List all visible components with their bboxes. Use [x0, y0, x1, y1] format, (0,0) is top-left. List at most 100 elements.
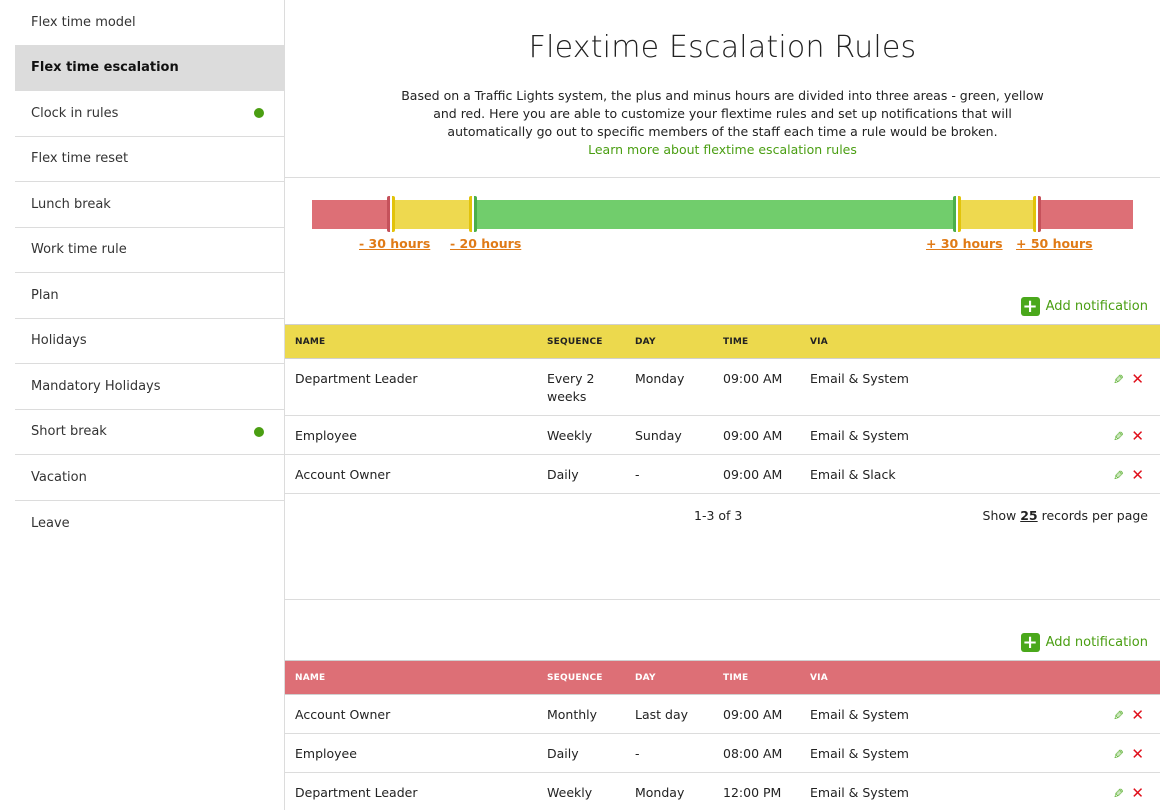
add-notification-button[interactable]: + Add notification — [1021, 633, 1148, 652]
page-description: Based on a Traffic Lights system, the pl… — [393, 87, 1053, 159]
column-header-time[interactable]: TIME — [723, 661, 810, 695]
table-row: Account Owner Daily - 09:00 AM Email & S… — [285, 455, 1160, 494]
sidebar-item-clock-in-rules[interactable]: Clock in rules — [15, 91, 284, 137]
threshold-plus-30-link[interactable]: + 30 hours — [926, 236, 1003, 251]
sidebar-item-label: Leave — [31, 516, 70, 531]
add-notification-button[interactable]: + Add notification — [1021, 297, 1148, 316]
threshold-handle-plus-30[interactable] — [953, 193, 961, 235]
sidebar-item-vacation[interactable]: Vacation — [15, 455, 284, 501]
sidebar-item-label: Lunch break — [31, 197, 111, 212]
sidebar-item-short-break[interactable]: Short break — [15, 410, 284, 456]
sidebar-item-mandatory-holidays[interactable]: Mandatory Holidays — [15, 364, 284, 410]
threshold-handle-minus-30[interactable] — [387, 193, 395, 235]
cell-day: Sunday — [635, 416, 723, 455]
column-header-via[interactable]: VIA — [810, 325, 1010, 359]
sidebar-item-label: Short break — [31, 424, 107, 439]
cell-day: Last day — [635, 695, 723, 734]
cell-via: Email & System — [810, 695, 1010, 734]
column-header-time[interactable]: TIME — [723, 325, 810, 359]
threshold-handle-plus-50[interactable] — [1033, 193, 1041, 235]
column-header-name[interactable]: NAME — [285, 661, 547, 695]
add-notification-label: Add notification — [1046, 635, 1148, 650]
delete-x-icon[interactable]: ✕ — [1131, 784, 1144, 802]
column-header-sequence[interactable]: SEQUENCE — [547, 661, 635, 695]
edit-pencil-icon[interactable]: ✎ — [1113, 372, 1124, 390]
sidebar-item-flex-time-reset[interactable]: Flex time reset — [15, 137, 284, 183]
main-content: Flextime Escalation Rules Based on a Tra… — [285, 0, 1160, 810]
column-header-sequence[interactable]: SEQUENCE — [547, 325, 635, 359]
sidebar-item-label: Vacation — [31, 470, 87, 485]
delete-x-icon[interactable]: ✕ — [1131, 370, 1144, 388]
cell-time: 12:00 PM — [723, 773, 810, 810]
cell-time: 09:00 AM — [723, 455, 810, 494]
learn-more-link[interactable]: Learn more about flextime escalation rul… — [588, 141, 857, 159]
per-page-selector[interactable]: 25 — [1020, 508, 1037, 523]
edit-pencil-icon[interactable]: ✎ — [1113, 468, 1124, 486]
delete-x-icon[interactable]: ✕ — [1131, 427, 1144, 445]
cell-sequence: Weekly — [547, 773, 635, 810]
record-count: 1-3 of 3 — [694, 508, 742, 523]
cell-time: 09:00 AM — [723, 695, 810, 734]
threshold-minus-20-link[interactable]: - 20 hours — [450, 236, 521, 251]
cell-actions: ✎✕ — [1010, 416, 1160, 455]
column-header-via[interactable]: VIA — [810, 661, 1010, 695]
cell-day: - — [635, 455, 723, 494]
cell-time: 09:00 AM — [723, 359, 810, 416]
sidebar-item-flex-time-escalation[interactable]: Flex time escalation — [15, 46, 284, 92]
edit-pencil-icon[interactable]: ✎ — [1113, 429, 1124, 447]
edit-pencil-icon[interactable]: ✎ — [1113, 747, 1124, 765]
cell-sequence: Monthly — [547, 695, 635, 734]
add-notification-row: + Add notification — [285, 624, 1160, 660]
page-title: Flextime Escalation Rules — [285, 0, 1160, 65]
yellow-zone-table: NAME SEQUENCE DAY TIME VIA Department Le… — [285, 324, 1160, 494]
plus-icon: + — [1021, 297, 1040, 316]
threshold-handle-minus-20[interactable] — [469, 193, 477, 235]
column-header-actions — [1010, 661, 1160, 695]
edit-pencil-icon[interactable]: ✎ — [1113, 708, 1124, 726]
red-zone-table: NAME SEQUENCE DAY TIME VIA Account Owner… — [285, 660, 1160, 810]
cell-actions: ✎✕ — [1010, 455, 1160, 494]
cell-actions: ✎✕ — [1010, 695, 1160, 734]
sidebar-item-flex-time-model[interactable]: Flex time model — [15, 0, 284, 46]
description-text: Based on a Traffic Lights system, the pl… — [401, 88, 1044, 139]
cell-day: Monday — [635, 773, 723, 810]
column-header-day[interactable]: DAY — [635, 325, 723, 359]
cell-actions: ✎✕ — [1010, 734, 1160, 773]
sidebar-item-label: Work time rule — [31, 242, 127, 257]
column-header-day[interactable]: DAY — [635, 661, 723, 695]
cell-name: Account Owner — [285, 455, 547, 494]
cell-name: Employee — [285, 734, 547, 773]
column-header-actions — [1010, 325, 1160, 359]
red-zone-left — [312, 200, 392, 229]
table-row: Department Leader Every 2 weeks Monday 0… — [285, 359, 1160, 416]
sidebar-item-lunch-break[interactable]: Lunch break — [15, 182, 284, 228]
cell-via: Email & Slack — [810, 455, 1010, 494]
cell-name: Department Leader — [285, 773, 547, 810]
sidebar-item-leave[interactable]: Leave — [15, 501, 284, 547]
delete-x-icon[interactable]: ✕ — [1131, 745, 1144, 763]
yellow-zone-right — [958, 200, 1038, 229]
table-header-row: NAME SEQUENCE DAY TIME VIA — [285, 661, 1160, 695]
table-row: Employee Weekly Sunday 09:00 AM Email & … — [285, 416, 1160, 455]
cell-time: 09:00 AM — [723, 416, 810, 455]
sidebar-item-plan[interactable]: Plan — [15, 273, 284, 319]
table-row: Employee Daily - 08:00 AM Email & System… — [285, 734, 1160, 773]
edit-pencil-icon[interactable]: ✎ — [1113, 786, 1124, 804]
pagination: 1-3 of 3 Show 25 records per page — [285, 494, 1160, 538]
table-row: Account Owner Monthly Last day 09:00 AM … — [285, 695, 1160, 734]
delete-x-icon[interactable]: ✕ — [1131, 706, 1144, 724]
per-page-suffix: records per page — [1042, 508, 1148, 523]
threshold-minus-30-link[interactable]: - 30 hours — [359, 236, 430, 251]
cell-sequence: Daily — [547, 455, 635, 494]
threshold-plus-50-link[interactable]: + 50 hours — [1016, 236, 1093, 251]
sidebar-item-work-time-rule[interactable]: Work time rule — [15, 228, 284, 274]
cell-actions: ✎✕ — [1010, 773, 1160, 810]
status-dot-icon — [254, 427, 264, 437]
cell-name: Department Leader — [285, 359, 547, 416]
show-label: Show — [983, 508, 1017, 523]
sidebar-item-holidays[interactable]: Holidays — [15, 319, 284, 365]
sidebar-item-label: Mandatory Holidays — [31, 379, 161, 394]
delete-x-icon[interactable]: ✕ — [1131, 466, 1144, 484]
column-header-name[interactable]: NAME — [285, 325, 547, 359]
table-row: Department Leader Weekly Monday 12:00 PM… — [285, 773, 1160, 810]
